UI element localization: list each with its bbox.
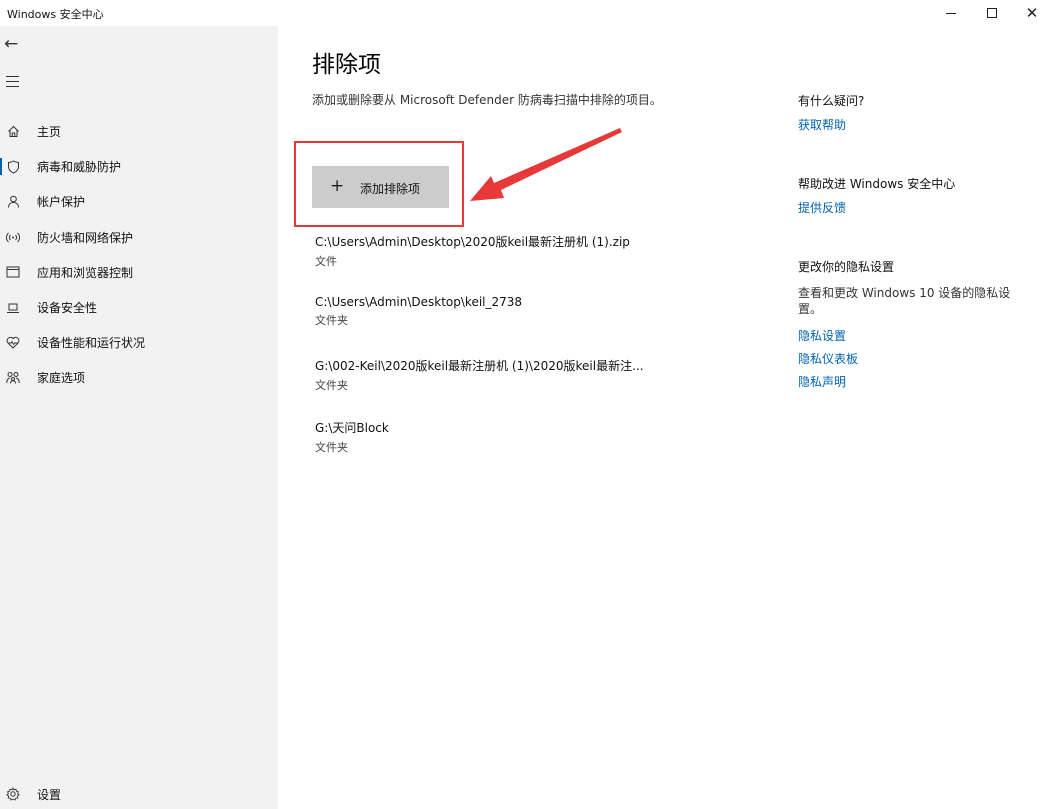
main-content: 排除项 添加或删除要从 Microsoft Defender 防病毒扫描中排除的… [278,26,1044,809]
sidebar-item-label: 帐户保护 [37,195,86,210]
menu-icon-line [6,76,19,77]
sidebar-item-family-options[interactable]: 家庭选项 [0,360,278,395]
exclusion-item[interactable]: G:\天问Block 文件夹 [315,419,389,455]
sidebar-item-account-protection[interactable]: 帐户保护 [0,184,278,219]
annotation-arrow-icon [470,128,622,201]
title-bar: Windows 安全中心 ✕ [0,0,1044,26]
sidebar-item-label: 防火墙和网络保护 [37,230,134,245]
page-title: 排除项 [312,52,381,78]
minimize-button[interactable] [940,3,962,23]
exclusion-path: C:\Users\Admin\Desktop\2020版keil最新注册机 (1… [315,235,630,249]
give-feedback-link[interactable]: 提供反馈 [798,199,846,216]
sidebar-item-label: 主页 [37,125,62,140]
back-arrow-icon: ← [4,34,19,54]
exclusion-path: C:\Users\Admin\Desktop\keil_2738 [315,295,523,309]
hamburger-menu-button[interactable] [6,76,19,88]
sidebar-item-device-security[interactable]: 设备安全性 [0,290,278,325]
gear-icon [6,787,20,801]
exclusion-type: 文件 [315,255,337,268]
sidebar-nav: 主页 病毒和威胁防护 帐户保护 防火墙和网络保护 应用和浏览器控制 设备安全性 … [0,114,278,396]
sidebar-item-label: 设备安全性 [37,301,98,316]
plus-icon: + [330,176,345,196]
sidebar-item-label: 病毒和威胁防护 [37,160,122,175]
shield-icon [6,160,20,174]
exclusion-path: G:\002-Keil\2020版keil最新注册机 (1)\2020版keil… [315,359,644,373]
close-button[interactable]: ✕ [1021,3,1043,23]
privacy-settings-link[interactable]: 隐私设置 [798,327,846,344]
exclusion-item[interactable]: C:\Users\Admin\Desktop\2020版keil最新注册机 (1… [315,233,630,269]
improve-heading: 帮助改进 Windows 安全中心 [798,177,956,191]
sidebar-item-label: 设备性能和运行状况 [37,336,146,351]
sidebar-item-home[interactable]: 主页 [0,114,278,149]
back-button[interactable]: ← [4,34,24,54]
get-help-link[interactable]: 获取帮助 [798,116,846,133]
privacy-dashboard-link[interactable]: 隐私仪表板 [798,350,858,367]
exclusion-type: 文件夹 [315,314,348,327]
sidebar-item-label: 家庭选项 [37,371,86,386]
add-exclusion-button[interactable]: + 添加排除项 [312,166,449,208]
wireless-icon [6,230,20,244]
browser-window-icon [6,265,20,279]
exclusion-item[interactable]: C:\Users\Admin\Desktop\keil_2738 文件夹 [315,295,522,328]
page-description: 添加或删除要从 Microsoft Defender 防病毒扫描中排除的项目。 [312,93,662,107]
minimize-icon [946,12,956,14]
laptop-icon [6,301,20,315]
settings-label: 设置 [37,787,62,802]
privacy-statement-link[interactable]: 隐私声明 [798,373,846,390]
privacy-description: 查看和更改 Windows 10 设备的隐私设置。 [798,286,1011,316]
exclusion-type: 文件夹 [315,379,348,392]
exclusion-type: 文件夹 [315,441,348,454]
help-question-heading: 有什么疑问? [798,94,865,108]
sidebar-item-settings[interactable]: 设置 [0,782,278,806]
heart-icon [6,336,20,350]
exclusion-path: G:\天问Block [315,421,389,435]
family-icon [6,371,20,385]
person-icon [6,195,20,209]
sidebar-item-app-browser-control[interactable]: 应用和浏览器控制 [0,255,278,290]
sidebar-item-virus-protection[interactable]: 病毒和威胁防护 [0,149,278,184]
maximize-icon [987,8,997,18]
exclusion-item[interactable]: G:\002-Keil\2020版keil最新注册机 (1)\2020版keil… [315,357,644,393]
menu-icon-line [6,86,19,87]
sidebar-item-device-health[interactable]: 设备性能和运行状况 [0,325,278,360]
home-icon [6,125,20,139]
add-exclusion-label: 添加排除项 [360,182,421,196]
sidebar: ← 主页 病毒和威胁防护 帐户保护 防火墙和网络保护 应用和浏览器控制 设备安全… [0,26,278,809]
menu-icon-line [6,81,19,82]
maximize-button[interactable] [981,3,1003,23]
privacy-heading: 更改你的隐私设置 [798,260,895,274]
close-icon: ✕ [1025,4,1039,22]
window-title: Windows 安全中心 [7,8,104,21]
sidebar-item-label: 应用和浏览器控制 [37,265,134,280]
sidebar-item-firewall[interactable]: 防火墙和网络保护 [0,220,278,255]
